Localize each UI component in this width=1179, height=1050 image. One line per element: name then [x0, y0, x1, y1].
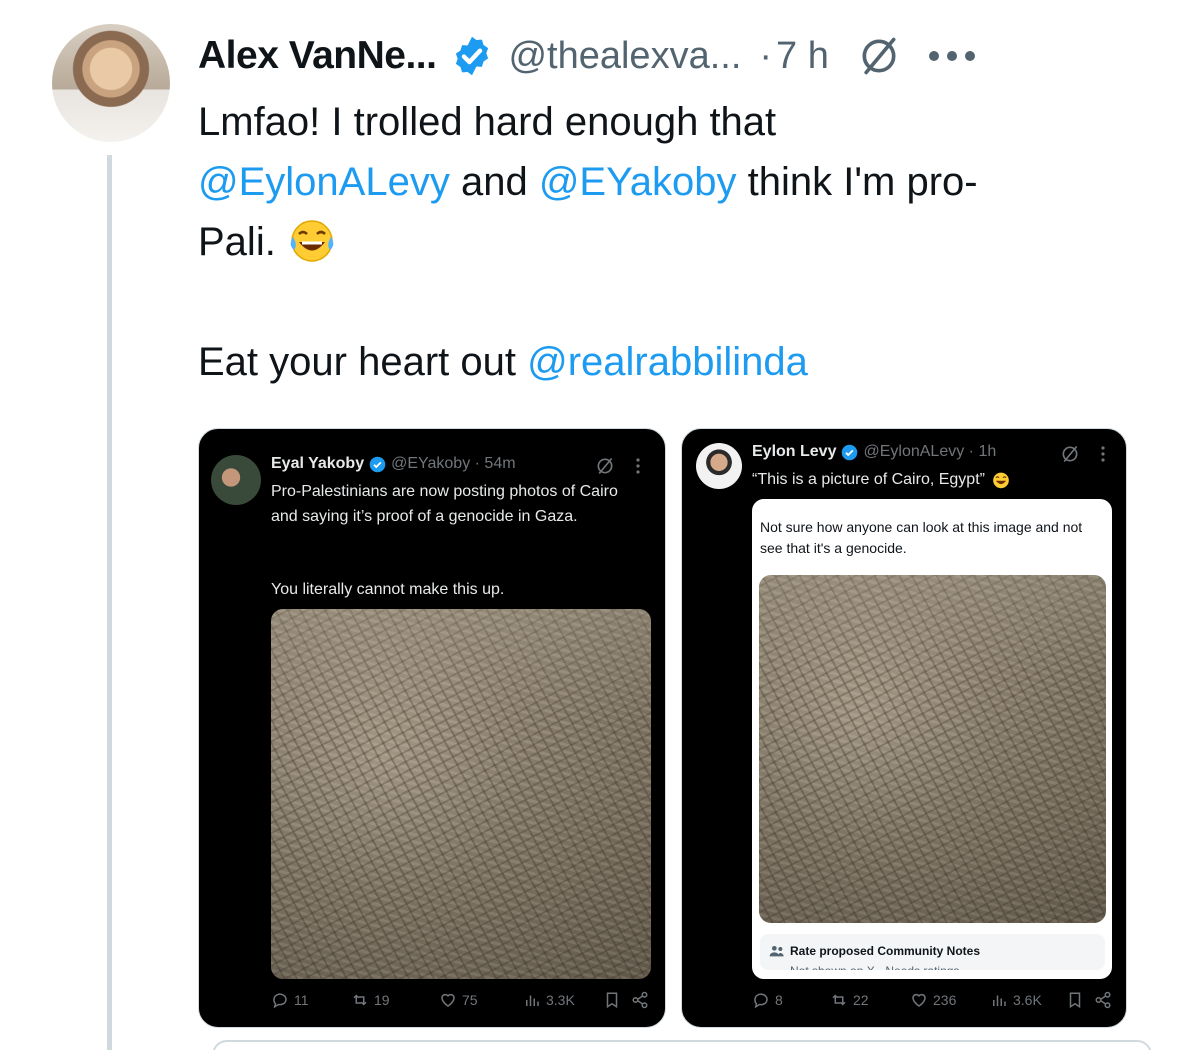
community-notes-bar: Rate proposed Community Notes Not shown … [760, 934, 1105, 970]
tweet-text: Lmfao! I trolled hard enough that @Eylon… [198, 92, 1118, 392]
separator: · [759, 34, 773, 77]
heart-icon [912, 993, 926, 1007]
author-handle[interactable]: @thealexva... [508, 35, 741, 78]
like-count: 75 [439, 991, 523, 1009]
more-options-icon [636, 458, 640, 474]
more-options-icon[interactable] [927, 49, 977, 63]
embedded-meta: @EylonALevy · 1h [863, 443, 997, 460]
bookmark-icon [606, 992, 618, 1009]
mention-link[interactable]: @realrabbilinda [527, 340, 808, 384]
attached-image-1[interactable]: Eyal Yakoby @EYakoby · 54m Pro-Palestini… [198, 428, 666, 1028]
timestamp[interactable]: 7 h [776, 35, 829, 78]
tweet-text-fragment: Pali. [198, 220, 287, 264]
view-count-label: 3.6K [1013, 992, 1042, 1008]
embedded-tweet-header: Eyal Yakoby @EYakoby · 54m [271, 455, 516, 473]
author-avatar[interactable] [52, 24, 170, 142]
tweet-text-line: Lmfao! I trolled hard enough that [198, 100, 777, 144]
reply-icon [754, 993, 768, 1009]
repost-count-label: 22 [853, 992, 869, 1008]
verified-badge-icon [842, 444, 858, 460]
eyal-avatar [211, 455, 261, 505]
next-card-edge [212, 1040, 1152, 1050]
tweet-text-fragment: and [449, 160, 539, 204]
mention-link[interactable]: @EylonALevy [198, 160, 450, 204]
reply-count-label: 11 [294, 992, 309, 1008]
quoted-post-text: Not sure how anyone can look at this ima… [760, 519, 1083, 556]
embedded-tweet-text-content: “This is a picture of Cairo, Egypt” [752, 471, 985, 488]
community-notes-label: Rate proposed Community Notes [790, 944, 981, 958]
mention-link[interactable]: @EYakoby [539, 160, 737, 204]
embedded-tweet-header: Eylon Levy @EylonALevy · 1h [752, 443, 996, 461]
laughing-emoji-icon [993, 472, 1009, 488]
embedded-tweet-text: “This is a picture of Cairo, Egypt” [752, 467, 1011, 492]
repost-icon [353, 994, 367, 1006]
tweet-text-fragment: think I'm pro- [736, 160, 978, 204]
community-notes-sub: Not shown on X · Needs ratings [790, 964, 959, 970]
view-count-label: 3.3K [546, 992, 575, 1008]
embedded-action-bar: 8 22 236 3.6K [752, 991, 1112, 1009]
attached-image-2[interactable]: Eylon Levy @EylonALevy · 1h “This is a p… [681, 428, 1127, 1028]
reply-icon [273, 993, 287, 1009]
people-icon [769, 946, 784, 957]
view-count: 3.3K [523, 991, 599, 1009]
author-name[interactable]: Alex VanNe... [198, 34, 437, 78]
verified-badge-icon [456, 36, 489, 76]
repost-count: 22 [830, 991, 910, 1009]
share-icon [1095, 991, 1111, 1009]
bookmark-icon [1069, 992, 1081, 1009]
reply-count-label: 8 [775, 992, 783, 1008]
grok-icon [597, 457, 613, 475]
embedded-author-name: Eyal Yakoby [271, 455, 365, 472]
grok-icon[interactable] [857, 34, 901, 78]
grok-icon [1062, 445, 1078, 463]
views-icon [526, 995, 539, 1006]
share-icon [632, 991, 648, 1009]
repost-count-label: 19 [374, 992, 390, 1008]
eylon-avatar [696, 443, 742, 489]
like-count-label: 236 [933, 992, 957, 1008]
embedded-tweet-text: You literally cannot make this up. [271, 581, 505, 598]
views-icon [993, 995, 1006, 1006]
embedded-author-name: Eylon Levy [752, 443, 837, 460]
tweet-header: Alex VanNe... @thealexva... · 7 h [198, 26, 977, 86]
heart-icon [441, 993, 455, 1007]
aerial-city-photo [759, 575, 1106, 923]
embedded-tweet-text: Pro-Palestinians are now posting photos … [271, 483, 618, 525]
tweet-text-fragment: Eat your heart out [198, 340, 528, 384]
repost-count: 19 [351, 991, 439, 1009]
like-count-label: 75 [462, 992, 478, 1008]
embedded-meta: @EYakoby · 54m [391, 455, 516, 472]
embedded-action-bar: 11 19 75 3.3K [271, 991, 651, 1009]
verified-badge-icon [369, 456, 386, 472]
laughing-emoji-icon [290, 220, 334, 262]
more-options-icon [1101, 446, 1105, 462]
like-count: 236 [910, 991, 990, 1009]
aerial-city-photo [271, 609, 651, 979]
thread-line [107, 155, 112, 1050]
quoted-post: Not sure how anyone can look at this ima… [752, 499, 1112, 979]
view-count: 3.6K [990, 991, 1062, 1009]
reply-count: 11 [271, 991, 351, 1009]
repost-icon [832, 994, 846, 1006]
reply-count: 8 [752, 991, 830, 1009]
